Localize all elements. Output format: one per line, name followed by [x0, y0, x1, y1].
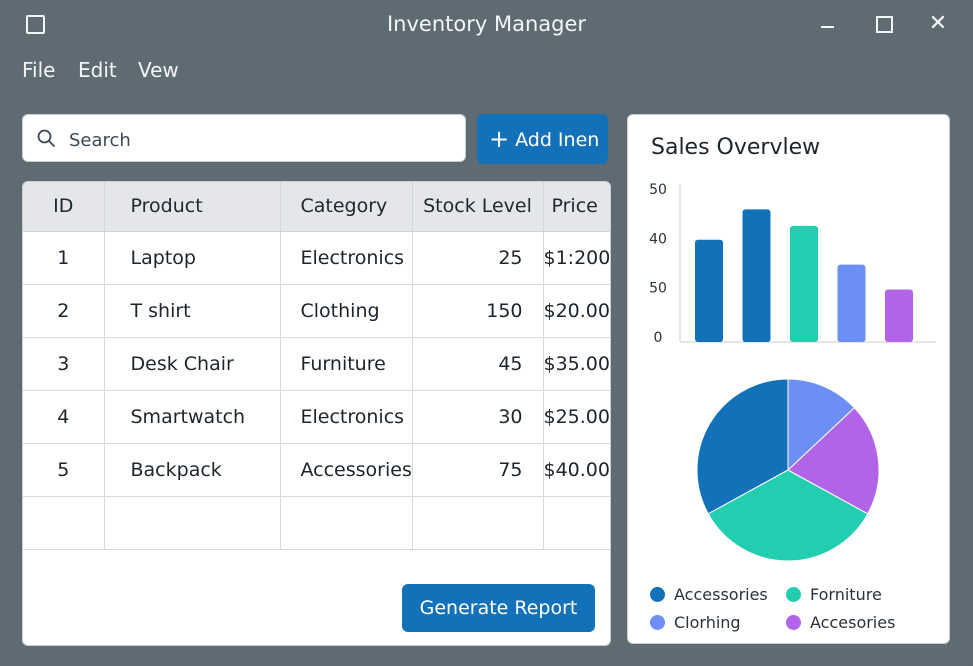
- maximize-button[interactable]: [869, 10, 899, 38]
- cell-product: Laptop: [104, 231, 281, 285]
- column-header-price[interactable]: Price: [543, 182, 610, 232]
- cell-stock: 150: [412, 284, 544, 338]
- cell-product: Backpack: [104, 443, 281, 497]
- y-tick-label: 40: [649, 231, 667, 247]
- table-row[interactable]: 2 T shirt Clothing 150 $20.00: [23, 284, 610, 338]
- cell-price: $35.00: [543, 337, 610, 391]
- bar: [695, 239, 723, 342]
- cell-id: 3: [23, 337, 105, 391]
- legend-label: Forniture: [810, 585, 882, 604]
- y-tick-label: 50: [649, 281, 667, 297]
- table-row[interactable]: 4 Smartwatch Electronics 30 $25.00: [23, 390, 610, 444]
- sales-bar-chart: 0 50 40 50: [649, 182, 936, 346]
- cell-category: Clothing: [280, 284, 413, 338]
- bar: [837, 264, 866, 342]
- plus-icon: +: [489, 125, 510, 153]
- cell-stock: 25: [412, 231, 544, 285]
- minimize-button[interactable]: [813, 10, 843, 38]
- cell-category: Electronics: [280, 231, 413, 285]
- table-row[interactable]: 5 Backpack Accessories 75 $40.00: [23, 443, 610, 497]
- empty-cell: [104, 496, 281, 550]
- legend-label: Clorhing: [674, 613, 741, 632]
- bar: [742, 209, 771, 342]
- sales-pie-chart: [696, 378, 880, 562]
- cell-stock: 30: [412, 390, 544, 444]
- cell-id: 5: [23, 443, 105, 497]
- empty-cell: [23, 496, 105, 550]
- cell-stock: 45: [412, 337, 544, 391]
- legend-swatch: [786, 615, 801, 630]
- search-box: [22, 114, 466, 162]
- generate-report-button[interactable]: Generate Report: [402, 584, 595, 632]
- search-input[interactable]: [67, 125, 461, 155]
- sales-overview-title: Sales Overvlew: [651, 135, 821, 160]
- cell-id: 1: [23, 231, 105, 285]
- table-row[interactable]: 3 Desk Chair Furniture 45 $35.00: [23, 337, 610, 391]
- search-icon: [37, 129, 55, 147]
- add-item-button[interactable]: + Add Inen: [477, 114, 608, 164]
- cell-id: 4: [23, 390, 105, 444]
- column-header-stock-level[interactable]: Stock Level: [412, 182, 544, 232]
- cell-price: $1:200: [543, 231, 610, 285]
- legend-label: Accesories: [810, 613, 896, 632]
- bar: [885, 289, 913, 342]
- table-row[interactable]: 1 Laptop Electronics 25 $1:200: [23, 231, 610, 285]
- cell-product: Smartwatch: [104, 390, 281, 444]
- cell-category: Electronics: [280, 390, 413, 444]
- legend-swatch: [786, 587, 801, 602]
- cell-category: Accessories: [280, 443, 413, 497]
- add-item-label: Add Inen: [515, 129, 600, 151]
- close-button[interactable]: ✕: [923, 10, 953, 38]
- column-header-id[interactable]: ID: [23, 182, 105, 232]
- legend-label: Accessories: [674, 585, 768, 604]
- cell-product: T shirt: [104, 284, 281, 338]
- bar: [790, 225, 818, 342]
- empty-cell: [543, 496, 610, 550]
- cell-price: $20.00: [543, 284, 610, 338]
- cell-price: $25.00: [543, 390, 610, 444]
- cell-category: Furniture: [280, 337, 413, 391]
- legend-swatch: [650, 587, 665, 602]
- table-header-row: ID Product Category Stock Level Price: [23, 182, 610, 232]
- cell-product: Desk Chair: [104, 337, 281, 391]
- column-header-category[interactable]: Category: [280, 182, 413, 232]
- inventory-table-panel: ID Product Category Stock Level Price 1 …: [22, 181, 611, 646]
- menu-file[interactable]: File: [22, 58, 55, 82]
- empty-cell: [280, 496, 413, 550]
- cell-stock: 75: [412, 443, 544, 497]
- cell-id: 2: [23, 284, 105, 338]
- empty-table-row: [23, 496, 610, 550]
- column-header-product[interactable]: Product: [104, 182, 281, 232]
- cell-price: $40.00: [543, 443, 610, 497]
- title-bar: Inventory Manager ✕: [0, 0, 973, 48]
- inventory-table: ID Product Category Stock Level Price 1 …: [23, 182, 610, 550]
- legend-swatch: [650, 615, 665, 630]
- y-tick-label: 0: [654, 330, 663, 346]
- menu-edit[interactable]: Edit: [78, 58, 117, 82]
- y-tick-label: 50: [649, 182, 667, 198]
- empty-cell: [412, 496, 544, 550]
- menu-view[interactable]: Vew: [138, 58, 179, 82]
